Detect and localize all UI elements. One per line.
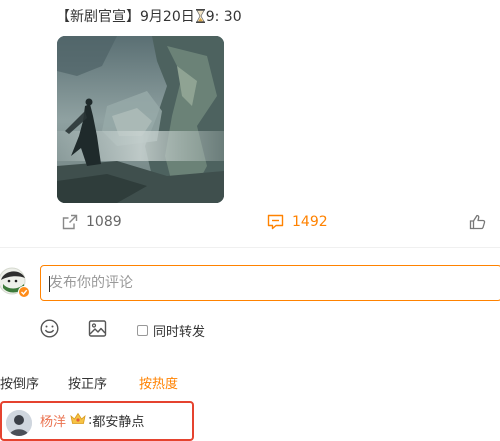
forward-checkbox[interactable]: [137, 325, 148, 336]
compose-tools: 同时转发: [0, 318, 500, 340]
post-text-part1: 【新剧官宣】9月20日: [56, 9, 195, 25]
highlighted-comment: 杨洋 : 都安静点: [0, 401, 194, 441]
post-image[interactable]: [57, 36, 224, 203]
comment-icon: [267, 214, 284, 230]
share-icon: [62, 214, 78, 230]
image-icon[interactable]: [88, 319, 107, 342]
post-text: 【新剧官宣】9月20日 9: 30: [56, 6, 242, 26]
forward-label: 同时转发: [153, 325, 206, 340]
hourglass-icon: [195, 9, 205, 23]
thumbs-up-icon: [469, 214, 486, 230]
comment-line: 杨洋 : 都安静点: [40, 411, 144, 430]
post-actions: 1089 1492: [0, 214, 500, 236]
post-text-part2: 9: 30: [205, 9, 242, 25]
smiley-icon[interactable]: [40, 319, 59, 342]
comment-button[interactable]: 1492: [267, 214, 328, 230]
my-avatar[interactable]: [0, 266, 30, 300]
commenter-avatar[interactable]: [6, 410, 32, 436]
sort-tabs: 按倒序 按正序 按热度: [0, 373, 500, 392]
sort-forward-tab[interactable]: 按正序: [68, 373, 107, 392]
share-count: 1089: [86, 214, 122, 230]
sort-hot-tab[interactable]: 按热度: [139, 373, 178, 392]
forward-option[interactable]: 同时转发: [137, 321, 205, 340]
divider: [0, 247, 500, 248]
comment-text: 都安静点: [92, 415, 145, 430]
crown-badge-icon: [70, 412, 86, 429]
sort-reverse-tab[interactable]: 按倒序: [0, 373, 39, 392]
comment-input-box[interactable]: [40, 265, 500, 301]
comment-count: 1492: [292, 214, 328, 230]
like-button[interactable]: [469, 214, 486, 230]
comment-input[interactable]: [41, 266, 500, 300]
text-caret: [49, 276, 50, 292]
share-button[interactable]: 1089: [62, 214, 122, 230]
commenter-name[interactable]: 杨洋: [40, 411, 66, 430]
